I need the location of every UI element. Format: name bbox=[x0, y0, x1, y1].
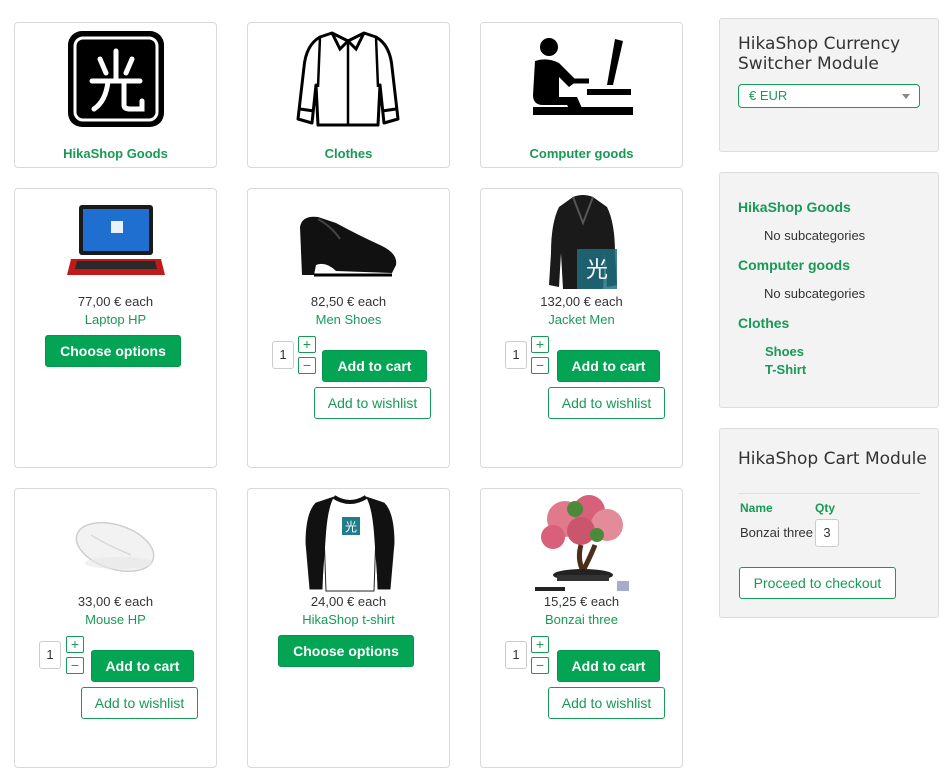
svg-text:光: 光 bbox=[345, 520, 357, 534]
choose-options-button[interactable]: Choose options bbox=[278, 635, 414, 667]
category-name[interactable]: HikaShop Goods bbox=[15, 146, 216, 161]
computer-user-icon[interactable] bbox=[529, 37, 637, 117]
cart-module: HikaShop Cart Module Name Qty Bonzai thr… bbox=[719, 428, 939, 618]
product-price: 132,00 € each bbox=[540, 294, 623, 309]
no-subcategories-text: No subcategories bbox=[764, 228, 866, 243]
quantity-input[interactable]: 1 bbox=[272, 341, 294, 369]
quantity-plus-button[interactable]: + bbox=[66, 636, 84, 653]
add-to-wishlist-button[interactable]: Add to wishlist bbox=[548, 387, 665, 419]
cart-column-qty: Qty bbox=[815, 501, 836, 515]
quantity-minus-button[interactable]: − bbox=[531, 357, 549, 374]
title-divider bbox=[738, 493, 920, 494]
add-to-cart-button[interactable]: Add to cart bbox=[557, 350, 660, 382]
product-price: 33,00 € each bbox=[77, 594, 154, 609]
product-name[interactable]: Bonzai three bbox=[481, 612, 682, 627]
quantity-minus-button[interactable]: − bbox=[66, 657, 84, 674]
product-card-mouse-hp: 33,00 € each Mouse HP 1 + − Add to cart … bbox=[14, 488, 217, 768]
product-price: 24,00 € each bbox=[310, 594, 387, 609]
product-name[interactable]: Jacket Men bbox=[481, 312, 682, 327]
product-name[interactable]: Mouse HP bbox=[15, 612, 216, 627]
add-to-cart-button[interactable]: Add to cart bbox=[557, 650, 660, 682]
category-name[interactable]: Clothes bbox=[248, 146, 449, 161]
quantity-minus-button[interactable]: − bbox=[298, 357, 316, 374]
add-to-wishlist-button[interactable]: Add to wishlist bbox=[548, 687, 665, 719]
chevron-down-icon bbox=[902, 94, 910, 99]
quantity-input[interactable]: 1 bbox=[39, 641, 61, 669]
menu-category-clothes[interactable]: Clothes bbox=[738, 315, 789, 331]
category-name[interactable]: Computer goods bbox=[481, 146, 682, 161]
proceed-to-checkout-button[interactable]: Proceed to checkout bbox=[739, 567, 896, 599]
product-name[interactable]: HikaShop t-shirt bbox=[248, 612, 449, 627]
category-card-clothes[interactable]: Clothes bbox=[247, 22, 450, 168]
quantity-input[interactable]: 1 bbox=[505, 641, 527, 669]
cart-item-name[interactable]: Bonzai three bbox=[740, 525, 813, 540]
product-card-jacket-men: 光 132,00 € each Jacket Men 1 + − Add to … bbox=[480, 188, 683, 468]
svg-text:光: 光 bbox=[586, 258, 608, 283]
cart-item-quantity-input[interactable]: 3 bbox=[815, 519, 839, 547]
category-card-hikashop-goods[interactable]: HikaShop Goods bbox=[14, 22, 217, 168]
jacket-icon[interactable]: 光 bbox=[547, 193, 619, 293]
add-to-wishlist-button[interactable]: Add to wishlist bbox=[314, 387, 431, 419]
product-card-men-shoes: 82,50 € each Men Shoes 1 + − Add to cart… bbox=[247, 188, 450, 468]
tshirt-icon[interactable]: 光 bbox=[304, 493, 396, 593]
add-to-cart-button[interactable]: Add to cart bbox=[322, 350, 427, 382]
product-price: 15,25 € each bbox=[543, 594, 620, 609]
currency-select-value: € EUR bbox=[749, 88, 788, 103]
menu-subcategory-tshirt[interactable]: T-Shirt bbox=[765, 362, 806, 377]
choose-options-button[interactable]: Choose options bbox=[45, 335, 181, 367]
quantity-minus-button[interactable]: − bbox=[531, 657, 549, 674]
hikashop-logo-icon[interactable] bbox=[66, 29, 166, 129]
product-name[interactable]: Men Shoes bbox=[248, 312, 449, 327]
quantity-plus-button[interactable]: + bbox=[531, 336, 549, 353]
cart-column-name: Name bbox=[740, 501, 773, 515]
product-card-hikashop-tshirt: 光 24,00 € each HikaShop t-shirt Choose o… bbox=[247, 488, 450, 768]
menu-category-hikashop-goods[interactable]: HikaShop Goods bbox=[738, 199, 851, 215]
mouse-icon[interactable] bbox=[71, 515, 161, 577]
category-card-computer-goods[interactable]: Computer goods bbox=[480, 22, 683, 168]
add-to-cart-button[interactable]: Add to cart bbox=[91, 650, 194, 682]
currency-select[interactable]: € EUR bbox=[738, 84, 920, 108]
module-title: HikaShop Cart Module bbox=[738, 449, 927, 469]
no-subcategories-text: No subcategories bbox=[764, 286, 866, 301]
product-name[interactable]: Laptop HP bbox=[15, 312, 216, 327]
quantity-input[interactable]: 1 bbox=[505, 341, 527, 369]
module-title: HikaShop Currency Switcher Module bbox=[738, 34, 901, 74]
menu-subcategory-shoes[interactable]: Shoes bbox=[765, 344, 804, 359]
add-to-wishlist-button[interactable]: Add to wishlist bbox=[81, 687, 198, 719]
laptop-icon[interactable] bbox=[67, 203, 165, 279]
bonsai-icon[interactable] bbox=[535, 495, 631, 593]
product-price: 82,50 € each bbox=[310, 294, 387, 309]
product-card-bonzai-three: 15,25 € each Bonzai three 1 + − Add to c… bbox=[480, 488, 683, 768]
menu-category-computer-goods[interactable]: Computer goods bbox=[738, 257, 850, 273]
quantity-plus-button[interactable]: + bbox=[531, 636, 549, 653]
currency-switcher-module: HikaShop Currency Switcher Module € EUR bbox=[719, 18, 939, 152]
shirt-icon[interactable] bbox=[296, 27, 401, 129]
product-price: 77,00 € each bbox=[77, 294, 154, 309]
product-card-laptop-hp: 77,00 € each Laptop HP Choose options bbox=[14, 188, 217, 468]
categories-module: HikaShop Goods No subcategories Computer… bbox=[719, 172, 939, 408]
quantity-plus-button[interactable]: + bbox=[298, 336, 316, 353]
shoe-icon[interactable] bbox=[296, 205, 400, 279]
